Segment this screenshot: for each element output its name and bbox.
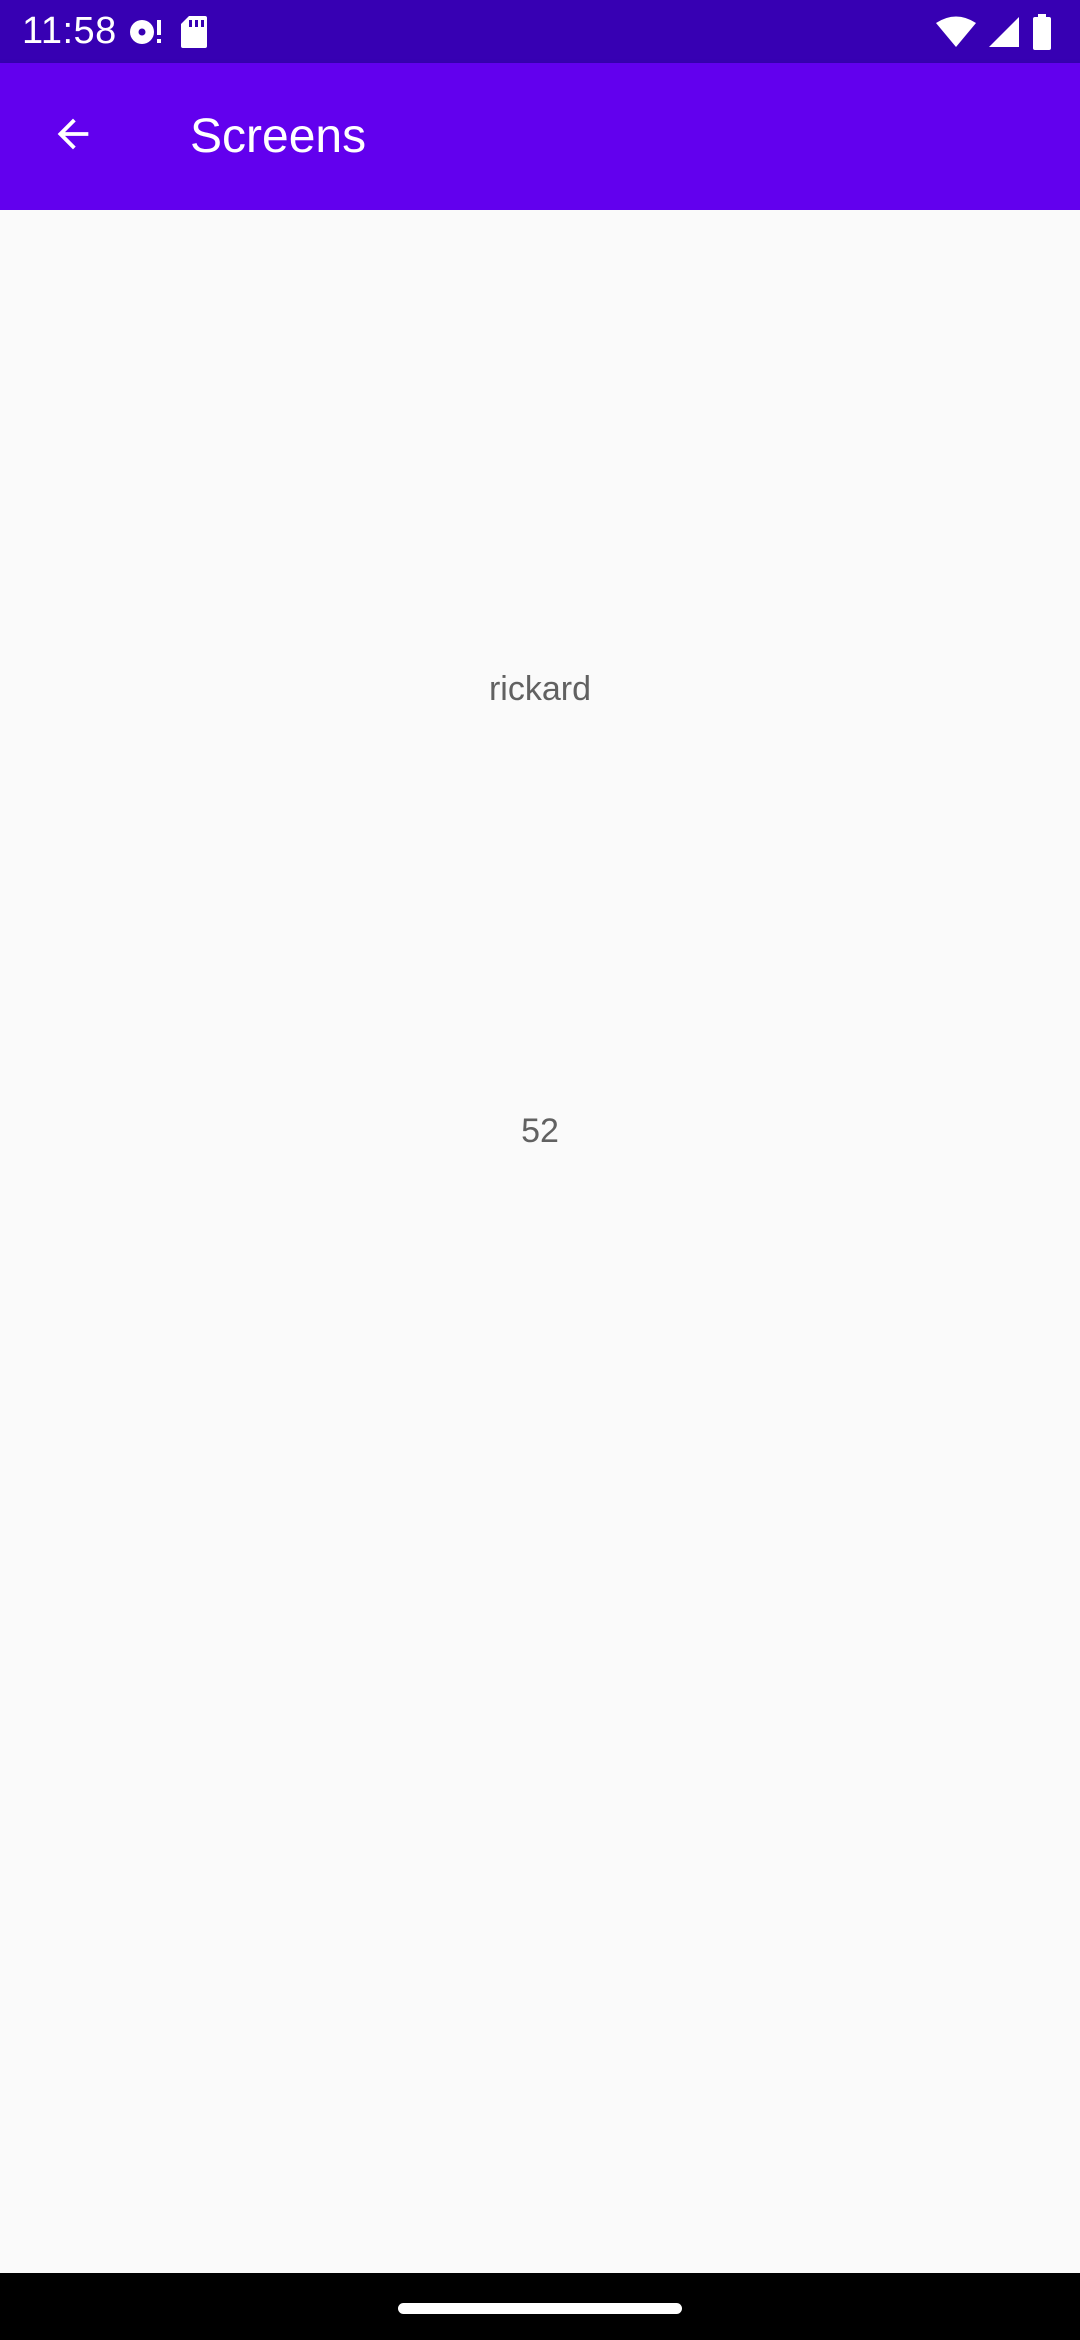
status-bar: 11:58 [0,0,1080,63]
page-title: Screens [190,110,367,163]
battery-icon [1032,14,1052,50]
app-bar: Screens [0,63,1080,210]
name-text: rickard [488,670,592,708]
status-right-icons [924,12,1052,52]
sd-card-icon [180,15,208,49]
content-area: rickard 52 [0,210,1080,2273]
back-button[interactable] [24,87,122,185]
wifi-icon [936,16,976,48]
cell-signal-icon [988,16,1020,48]
arrow-back-icon [50,111,96,162]
status-time: 11:58 [22,10,117,52]
media-notification-icon [128,15,166,49]
number-text: 52 [521,1112,559,1150]
home-indicator[interactable] [398,2303,682,2314]
status-left-icons [128,12,222,52]
